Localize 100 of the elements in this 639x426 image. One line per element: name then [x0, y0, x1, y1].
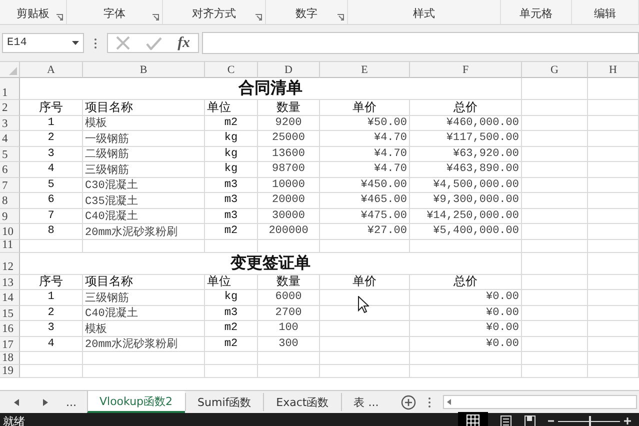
- empty-cell: [522, 146, 588, 162]
- dialog-launcher-icon[interactable]: [337, 14, 344, 21]
- row-header[interactable]: 1: [2, 88, 8, 99]
- dialog-launcher-icon[interactable]: [56, 14, 63, 21]
- column-header[interactable]: G: [550, 64, 558, 76]
- table-title: 合同清单: [238, 78, 302, 99]
- dialog-launcher-icon[interactable]: [152, 14, 159, 21]
- empty-cell: [522, 131, 588, 146]
- column-header[interactable]: E: [361, 64, 368, 76]
- empty-cell: [588, 336, 639, 352]
- table-cell: 一级钢筋: [83, 131, 205, 146]
- name-box[interactable]: E14: [2, 33, 84, 53]
- empty-cell: [205, 240, 258, 252]
- more-icon[interactable]: [428, 396, 431, 408]
- sheet-tab[interactable]: Vlookup函数2: [86, 391, 185, 413]
- empty-cell: [205, 365, 258, 378]
- column-header[interactable]: H: [609, 64, 617, 76]
- sheet-tab[interactable]: Sumif函数: [184, 393, 264, 411]
- table-cell: 5: [20, 178, 83, 193]
- table-cell: 1: [20, 290, 83, 306]
- dialog-launcher-icon[interactable]: [254, 14, 262, 21]
- table-cell: 6000: [258, 290, 320, 306]
- empty-cell: [522, 352, 588, 365]
- table-cell: 13600: [258, 146, 320, 162]
- empty-cell: [522, 336, 588, 352]
- table-cell: 模板: [83, 116, 205, 131]
- table-cell: ¥463,890.00: [410, 162, 522, 178]
- table-cell: m3: [205, 178, 258, 193]
- table-cell: C30混凝土: [83, 178, 205, 193]
- table-cell: 98700: [258, 162, 320, 178]
- table-cell: m2: [205, 321, 258, 336]
- ribbon-group-label: 对齐方式: [192, 6, 236, 21]
- table-cell: 2: [20, 306, 83, 321]
- empty-cell: [588, 178, 639, 193]
- table-cell: 20mm水泥砂浆粉刷: [83, 336, 205, 352]
- table-cell: m2: [205, 336, 258, 352]
- table-cell: ¥117,500.00: [410, 131, 522, 146]
- empty-cell: [522, 116, 588, 131]
- empty-cell: [258, 365, 320, 378]
- table-cell: ¥450.00: [320, 178, 410, 193]
- table-cell: m3: [205, 208, 258, 224]
- zoom-in-icon[interactable]: [624, 415, 631, 426]
- page-break-icon[interactable]: [524, 414, 536, 426]
- more-sheets-button[interactable]: ...: [66, 396, 76, 408]
- table-cell: 4: [20, 162, 83, 178]
- table-cell: 8: [20, 224, 83, 240]
- scroll-left-icon[interactable]: [446, 399, 451, 405]
- sheet-tab[interactable]: Exact函数: [263, 393, 341, 411]
- column-label: 单位: [205, 100, 258, 116]
- horizontal-scrollbar[interactable]: [442, 395, 637, 409]
- table-cell: 7: [20, 208, 83, 224]
- column-label: 项目名称: [83, 100, 205, 116]
- table-cell: 20mm水泥砂浆粉刷: [83, 224, 205, 240]
- table-cell: ¥50.00: [320, 116, 410, 131]
- column-header[interactable]: A: [47, 64, 55, 76]
- empty-cell: [522, 321, 588, 336]
- mouse-pointer-icon: [358, 296, 369, 313]
- add-sheet-icon[interactable]: [400, 394, 416, 410]
- table-cell: ¥4.70: [320, 131, 410, 146]
- check-icon[interactable]: [146, 36, 162, 50]
- table-cell: 2700: [258, 306, 320, 321]
- table-cell: 三级钢筋: [83, 162, 205, 178]
- more-icon[interactable]: [94, 38, 97, 48]
- empty-cell: [522, 290, 588, 306]
- scroll-right-icon[interactable]: [43, 398, 48, 406]
- sheet-tab[interactable]: 表 ...: [340, 393, 391, 411]
- insert-function-button[interactable]: fx: [178, 34, 190, 52]
- table-cell: 10000: [258, 178, 320, 193]
- column-label: 总价: [410, 274, 522, 290]
- page-layout-icon[interactable]: [500, 414, 512, 426]
- empty-cell: [588, 146, 639, 162]
- table-cell: ¥460,000.00: [410, 116, 522, 131]
- empty-cell: [522, 365, 588, 378]
- empty-cell: [522, 240, 588, 252]
- table-cell: ¥4.70: [320, 162, 410, 178]
- empty-cell: [258, 240, 320, 252]
- column-header[interactable]: C: [227, 64, 235, 76]
- empty-cell: [588, 224, 639, 240]
- empty-cell: [588, 321, 639, 336]
- empty-cell: [588, 100, 639, 116]
- formula-input[interactable]: [202, 32, 639, 54]
- column-header[interactable]: B: [140, 64, 148, 76]
- ribbon-group-label: 样式: [413, 6, 436, 21]
- empty-cell: [588, 365, 639, 378]
- zoom-slider-thumb[interactable]: [589, 416, 592, 426]
- table-cell: ¥9,300,000.00: [410, 193, 522, 208]
- table-cell: ¥14,250,000.00: [410, 208, 522, 224]
- table-cell: 3: [20, 146, 83, 162]
- empty-cell: [588, 274, 639, 290]
- table-cell: ¥27.00: [320, 224, 410, 240]
- table-cell: 25000: [258, 131, 320, 146]
- empty-cell: [522, 208, 588, 224]
- column-header[interactable]: F: [462, 64, 469, 76]
- scroll-left-icon[interactable]: [14, 398, 19, 406]
- table-cell: kg: [205, 131, 258, 146]
- table-cell: 6: [20, 193, 83, 208]
- column-header[interactable]: D: [284, 64, 292, 76]
- table-cell: m3: [205, 306, 258, 321]
- normal-view-icon[interactable]: [458, 412, 488, 426]
- column-label: 单价: [320, 274, 410, 290]
